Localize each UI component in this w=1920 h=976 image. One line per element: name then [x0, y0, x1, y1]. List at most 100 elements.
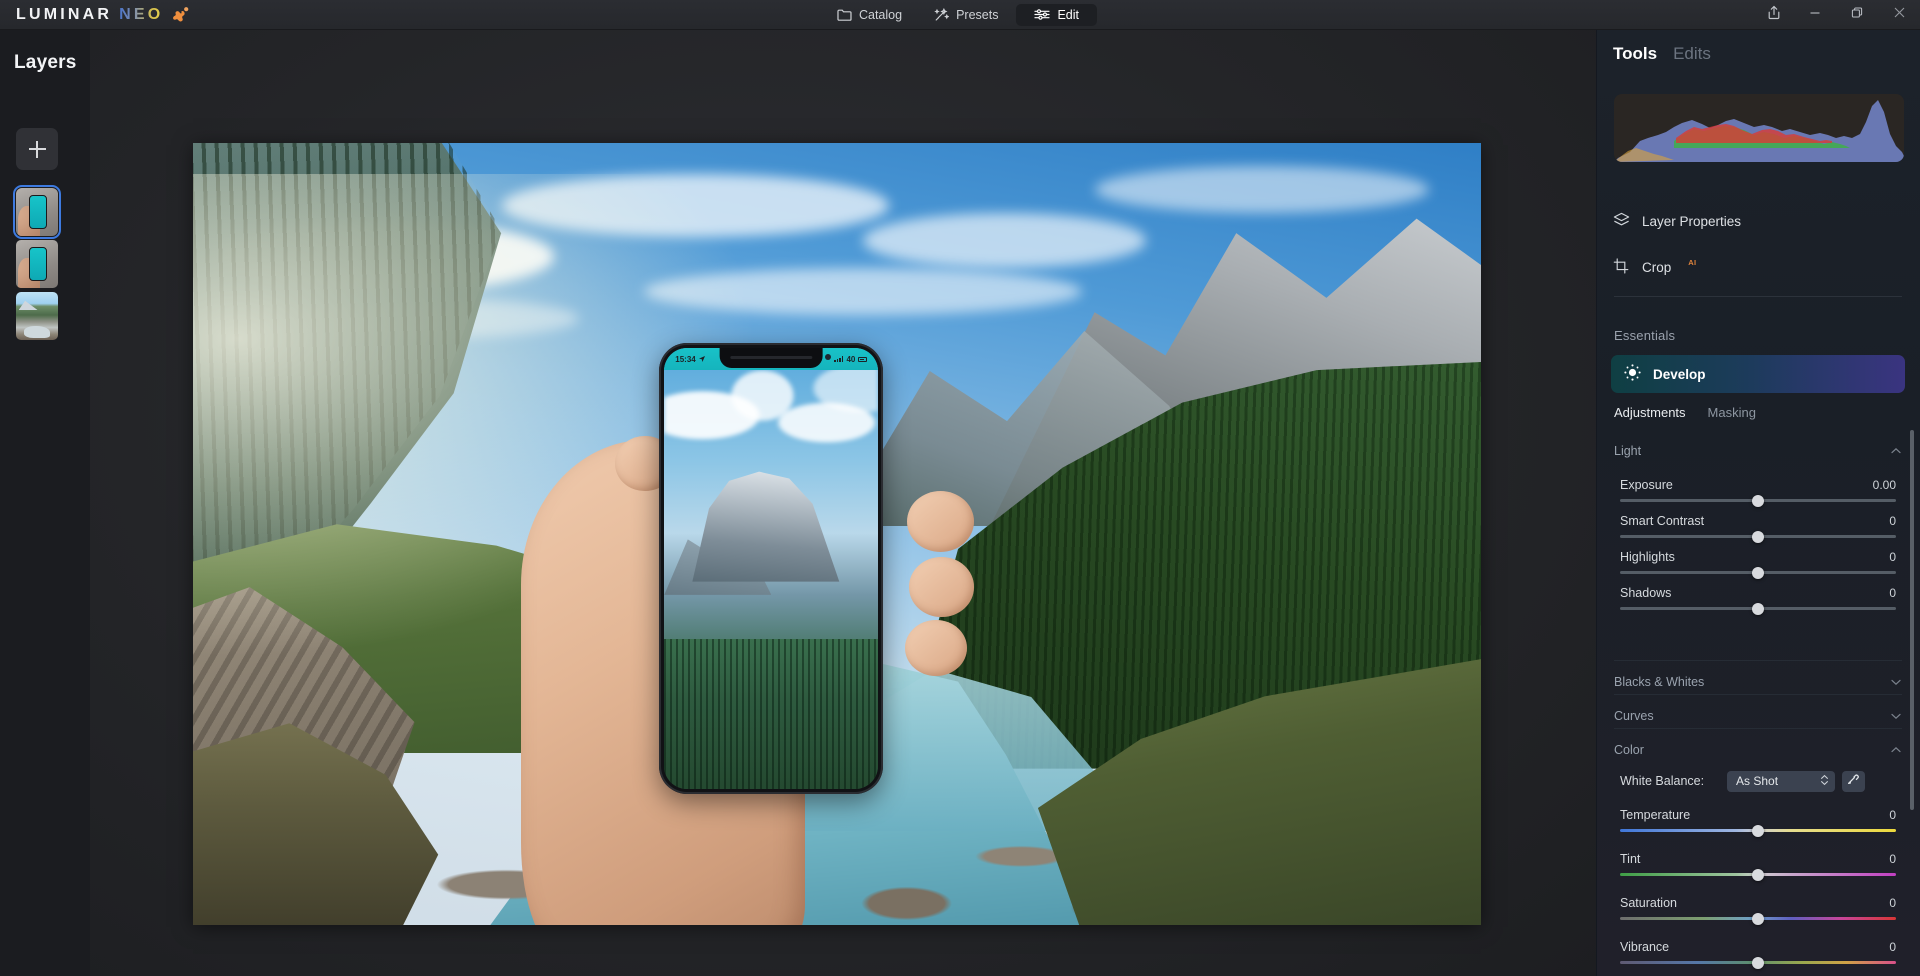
slider-saturation[interactable]: Saturation 0: [1620, 896, 1896, 925]
slider-highlights-track[interactable]: [1620, 566, 1896, 579]
tab-tools[interactable]: Tools: [1613, 44, 1657, 64]
white-balance-eyedropper-button[interactable]: [1842, 770, 1865, 792]
group-divider: [1614, 694, 1902, 695]
group-blacks-whites[interactable]: Blacks & Whites: [1614, 667, 1902, 697]
group-divider: [1614, 728, 1902, 729]
main-nav-tabs: Catalog Presets Edit: [823, 0, 1098, 30]
histogram-chart: [1614, 100, 1904, 162]
slider-saturation-knob[interactable]: [1752, 912, 1764, 925]
phone-time: 15:34: [675, 354, 696, 364]
slider-temperature-track[interactable]: [1620, 824, 1896, 837]
title-bar: LUMINAR NEO Catalog Presets Edit: [0, 0, 1920, 30]
tab-edit[interactable]: Edit: [1016, 3, 1098, 26]
slider-exposure-track[interactable]: [1620, 494, 1896, 507]
phone-speaker: [730, 356, 812, 360]
layer-thumbnail-1[interactable]: [13, 185, 61, 239]
group-blacks-whites-label: Blacks & Whites: [1614, 675, 1705, 689]
tools-panel: Tools Edits Layer Properties Crop AI Ess…: [1596, 30, 1920, 976]
tool-layer-properties[interactable]: Layer Properties: [1613, 212, 1741, 231]
close-button[interactable]: [1878, 0, 1920, 30]
folder-icon: [837, 8, 852, 21]
slider-exposure-label: Exposure: [1620, 478, 1673, 492]
white-balance-label: White Balance:: [1620, 774, 1705, 788]
tab-catalog[interactable]: Catalog: [823, 4, 916, 26]
slider-shadows[interactable]: Shadows 0: [1620, 586, 1896, 615]
slider-shadows-knob[interactable]: [1752, 602, 1764, 615]
slider-exposure[interactable]: Exposure 0.00: [1620, 478, 1896, 507]
share-button[interactable]: [1754, 0, 1794, 30]
white-balance-select[interactable]: As Shot: [1727, 770, 1835, 792]
slider-smart-contrast[interactable]: Smart Contrast 0: [1620, 514, 1896, 543]
panel-divider: [1614, 296, 1902, 297]
develop-subtabs: Adjustments Masking: [1614, 405, 1756, 420]
tab-presets[interactable]: Presets: [920, 4, 1012, 26]
tab-presets-label: Presets: [956, 7, 999, 22]
slider-smart-contrast-track[interactable]: [1620, 530, 1896, 543]
slider-vibrance-knob[interactable]: [1752, 956, 1764, 969]
slider-vibrance[interactable]: Vibrance 0: [1620, 940, 1896, 969]
chevron-down-icon: [1890, 676, 1902, 688]
slider-saturation-track[interactable]: [1620, 912, 1896, 925]
photo-phone-device: 15:34 40: [659, 343, 884, 794]
slider-exposure-knob[interactable]: [1752, 494, 1764, 507]
subtab-adjustments[interactable]: Adjustments: [1614, 405, 1686, 420]
layers-panel-title: Layers: [14, 52, 77, 73]
slider-temperature-knob[interactable]: [1752, 824, 1764, 837]
logo-mark-icon: [172, 5, 192, 25]
tools-panel-scrollbar[interactable]: [1910, 430, 1914, 810]
magic-wand-icon: [934, 7, 950, 22]
signal-bars-icon: [834, 356, 844, 363]
slider-tint-knob[interactable]: [1752, 868, 1764, 881]
slider-tint[interactable]: Tint 0: [1620, 852, 1896, 881]
group-curves-label: Curves: [1614, 709, 1654, 723]
tab-edits[interactable]: Edits: [1673, 44, 1711, 64]
slider-smart-contrast-knob[interactable]: [1752, 530, 1764, 543]
slider-vibrance-value: 0: [1889, 940, 1896, 954]
histogram: [1614, 94, 1904, 162]
tool-develop[interactable]: Develop: [1611, 355, 1905, 393]
thumb-phone-screen: [29, 194, 47, 230]
slider-highlights-knob[interactable]: [1752, 566, 1764, 579]
edited-photo[interactable]: 15:34 40: [193, 143, 1481, 925]
group-light[interactable]: Light: [1614, 436, 1902, 466]
slider-vibrance-label: Vibrance: [1620, 940, 1670, 954]
minimize-button[interactable]: [1794, 0, 1836, 30]
slider-temperature-value: 0: [1889, 808, 1896, 822]
luminar-neo-window: LUMINAR NEO Catalog Presets Edit Layers …: [0, 0, 1920, 976]
phone-photo-clouds: [664, 365, 879, 490]
location-arrow-icon: [698, 355, 705, 364]
group-curves[interactable]: Curves: [1614, 701, 1902, 731]
maximize-icon: [1851, 6, 1863, 24]
layer-thumbnail-image: [16, 188, 58, 236]
crop-ai-badge: AI: [1688, 258, 1697, 267]
subtab-masking[interactable]: Masking: [1708, 405, 1756, 420]
slider-vibrance-track[interactable]: [1620, 956, 1896, 969]
close-icon: [1893, 6, 1906, 24]
tool-crop-label: Crop: [1642, 260, 1672, 275]
slider-tint-label: Tint: [1620, 852, 1641, 866]
tab-catalog-label: Catalog: [858, 7, 903, 22]
white-balance-row: White Balance: As Shot: [1620, 770, 1900, 792]
share-icon: [1767, 5, 1781, 25]
add-layer-button[interactable]: [16, 128, 58, 170]
slider-temperature[interactable]: Temperature 0: [1620, 808, 1896, 837]
chevron-up-icon: [1890, 445, 1902, 457]
group-color[interactable]: Color: [1614, 735, 1902, 765]
maximize-button[interactable]: [1836, 0, 1878, 30]
slider-highlights-value: 0: [1889, 550, 1896, 564]
section-essentials-title: Essentials: [1614, 328, 1676, 343]
layer-thumbnail-image: [16, 292, 58, 340]
layer-thumbnail-3[interactable]: [16, 292, 58, 340]
slider-tint-track[interactable]: [1620, 868, 1896, 881]
slider-highlights[interactable]: Highlights 0: [1620, 550, 1896, 579]
white-balance-value: As Shot: [1736, 774, 1779, 788]
layer-thumbnail-2[interactable]: [16, 240, 58, 288]
phone-screen: 15:34 40: [664, 348, 879, 789]
tool-crop[interactable]: Crop AI: [1613, 258, 1696, 277]
slider-saturation-value: 0: [1889, 896, 1896, 910]
tool-develop-label: Develop: [1653, 366, 1706, 382]
chevron-down-icon: [1890, 710, 1902, 722]
slider-shadows-value: 0: [1889, 586, 1896, 600]
canvas-area[interactable]: 15:34 40: [90, 30, 1596, 976]
slider-shadows-track[interactable]: [1620, 602, 1896, 615]
